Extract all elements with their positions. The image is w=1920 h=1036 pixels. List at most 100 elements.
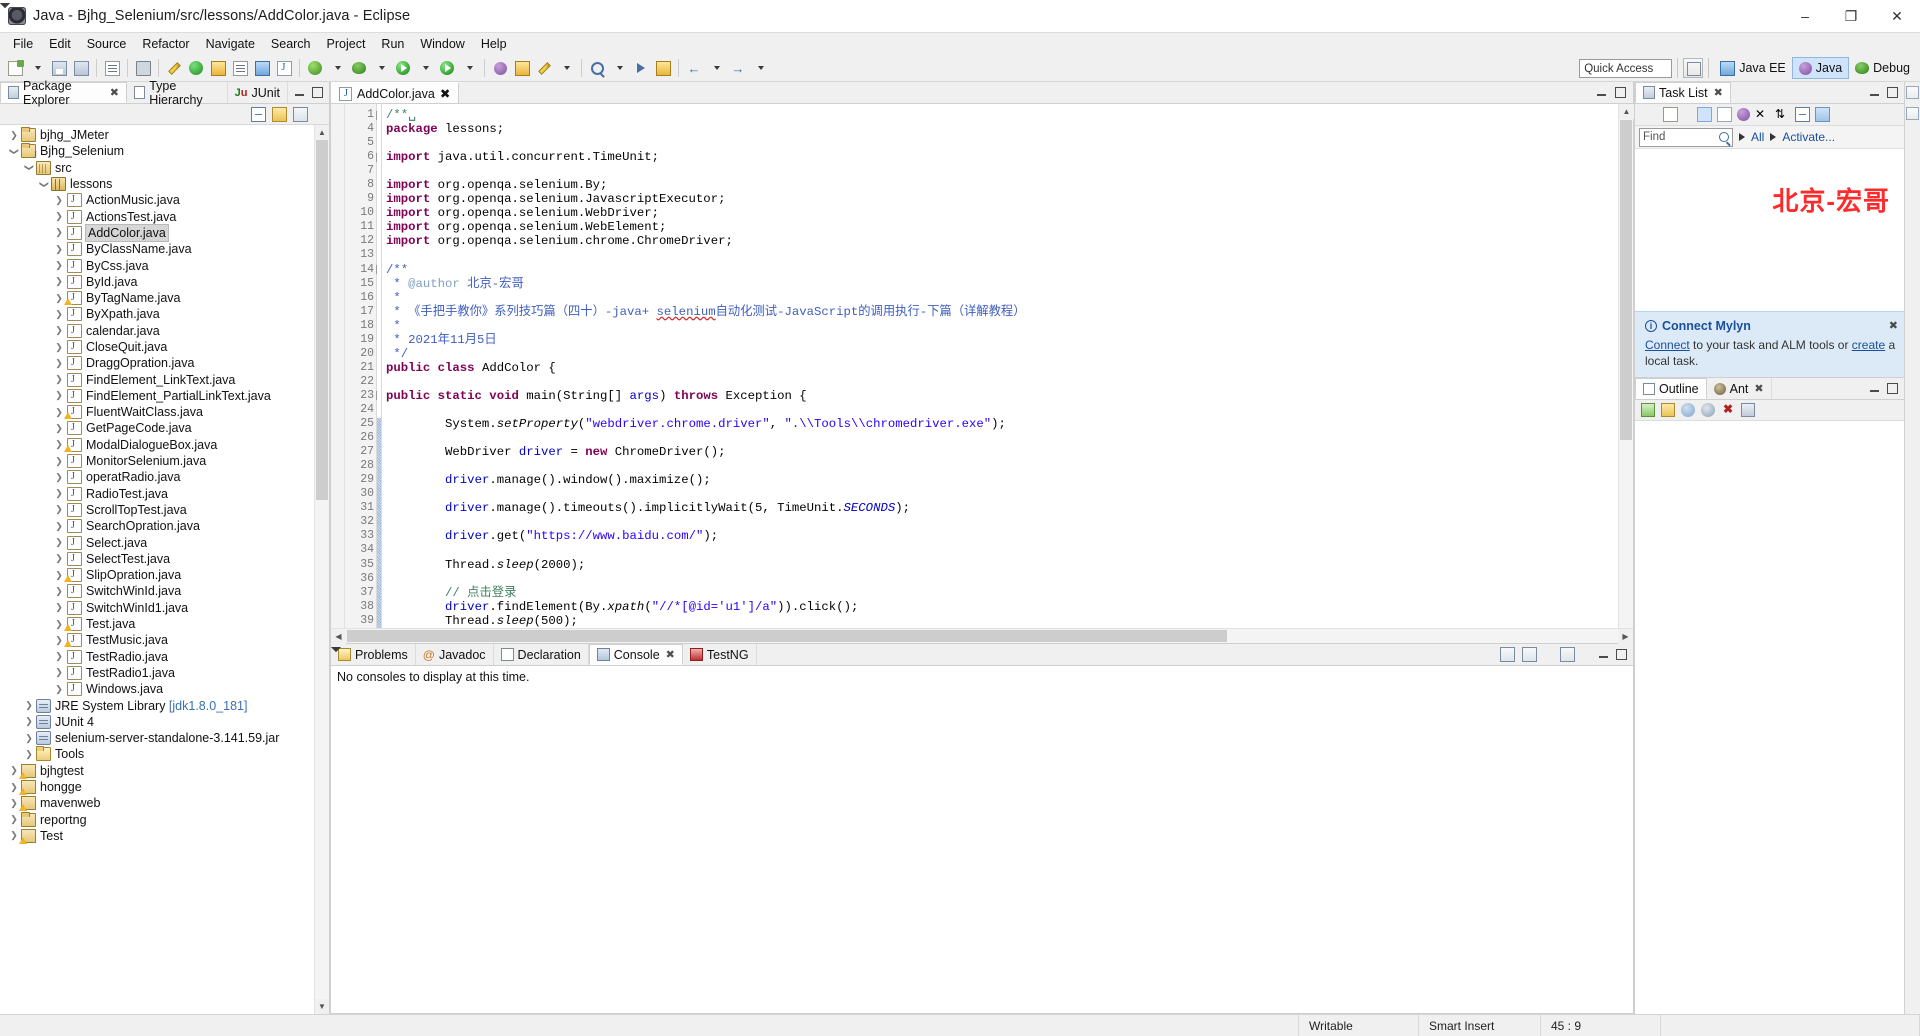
scroll-right-icon[interactable]: ▶ (1618, 629, 1633, 644)
tree-item-jre-system-library[interactable]: JRE System Library [jdk1.8.0_181] (0, 697, 329, 713)
forward-dropdown[interactable] (749, 57, 771, 79)
open-console-button[interactable] (132, 57, 154, 79)
menu-navigate[interactable]: Navigate (198, 35, 263, 53)
tree-item-testradio1-java[interactable]: TestRadio1.java (0, 665, 329, 681)
expand-arrow-icon[interactable] (52, 343, 66, 352)
tree-item-junit-4[interactable]: JUnit 4 (0, 714, 329, 730)
expand-arrow-icon[interactable] (52, 424, 66, 433)
scheduled-presentation-icon[interactable] (1717, 107, 1732, 122)
tree-item-bjhg-jmeter[interactable]: bjhg_JMeter (0, 127, 329, 143)
new-package-button[interactable] (511, 57, 533, 79)
minimize-icon[interactable] (1598, 649, 1609, 660)
expand-arrow-icon[interactable] (52, 457, 66, 466)
chevron-down-icon[interactable] (1544, 650, 1553, 659)
chevron-down-icon[interactable] (1761, 406, 1770, 415)
expand-arrow-icon[interactable] (22, 717, 36, 726)
expand-arrow-icon[interactable] (52, 603, 66, 612)
debug-button[interactable] (348, 57, 370, 79)
menu-source[interactable]: Source (79, 35, 135, 53)
new-dropdown[interactable] (26, 57, 48, 79)
tree-item-testmusic-java[interactable]: TestMusic.java (0, 632, 329, 648)
tab-junit[interactable]: Ju JUnit (228, 82, 288, 103)
find-input[interactable]: Find (1639, 128, 1733, 147)
maximize-icon[interactable] (1887, 87, 1898, 98)
expand-arrow-icon[interactable] (52, 277, 66, 286)
new-task-icon[interactable] (1663, 107, 1678, 122)
expand-arrow-icon[interactable] (52, 522, 66, 531)
menu-help[interactable]: Help (473, 35, 515, 53)
expand-arrow-icon[interactable] (52, 375, 66, 384)
expand-arrow-icon[interactable] (52, 245, 66, 254)
link-with-editor-icon[interactable] (1661, 403, 1675, 417)
editor-horizontal-scrollbar[interactable]: ◀ ▶ (331, 628, 1633, 643)
tree-item-select-java[interactable]: Select.java (0, 534, 329, 550)
chevron-right-icon[interactable] (1739, 133, 1745, 141)
pin-console-icon[interactable] (1500, 647, 1515, 662)
tree-item-lessons[interactable]: lessons (0, 176, 329, 192)
collapse-arrow-icon[interactable] (37, 180, 51, 189)
tree-vertical-scrollbar[interactable]: ▲ ▼ (314, 125, 329, 1014)
close-icon[interactable]: ✖ (110, 86, 119, 99)
expand-arrow-icon[interactable] (52, 489, 66, 498)
tree-item-selenium-server-standalone-3-141-59-jar[interactable]: selenium-server-standalone-3.141.59.jar (0, 730, 329, 746)
collapse-arrow-icon[interactable] (7, 147, 21, 156)
run-dropdown[interactable] (414, 57, 436, 79)
next-annotation-button[interactable] (630, 57, 652, 79)
tree-item-fluentwaitclass-java[interactable]: FluentWaitClass.java (0, 404, 329, 420)
tab-package-explorer[interactable]: Package Explorer ✖ (0, 82, 127, 103)
expand-arrow-icon[interactable] (52, 391, 66, 400)
tab-testng[interactable]: TestNG (683, 644, 757, 665)
tree-item-switchwinid-java[interactable]: SwitchWinId.java (0, 583, 329, 599)
tree-item-byclassname-java[interactable]: ByClassName.java (0, 241, 329, 257)
tree-item-selecttest-java[interactable]: SelectTest.java (0, 551, 329, 567)
minimize-button[interactable]: – (1782, 0, 1828, 33)
tab-console[interactable]: Console ✖ (589, 644, 683, 665)
expand-arrow-icon[interactable] (52, 587, 66, 596)
expand-arrow-icon[interactable] (52, 554, 66, 563)
tree-item-findelement-linktext-java[interactable]: FindElement_LinkText.java (0, 371, 329, 387)
close-icon[interactable]: ✖ (1714, 86, 1723, 99)
tree-item-scrolltoptest-java[interactable]: ScrollTopTest.java (0, 502, 329, 518)
scroll-up-icon[interactable]: ▲ (1619, 104, 1634, 119)
tree-item-getpagecode-java[interactable]: GetPageCode.java (0, 420, 329, 436)
collapse-arrow-icon[interactable] (22, 163, 36, 172)
tree-item-test-java[interactable]: Test.java (0, 616, 329, 632)
open-type-button[interactable] (229, 57, 251, 79)
forward-button[interactable]: → (727, 57, 749, 79)
maximize-icon[interactable] (312, 87, 323, 98)
maximize-button[interactable]: ❐ (1828, 0, 1874, 33)
expand-arrow-icon[interactable] (52, 196, 66, 205)
close-icon[interactable]: ✖ (440, 86, 450, 101)
collapse-all-icon[interactable] (1795, 107, 1810, 122)
maximize-icon[interactable] (1615, 87, 1626, 98)
collapse-all-icon[interactable] (1741, 403, 1755, 417)
scrollbar-thumb[interactable] (316, 140, 328, 500)
tab-task-list[interactable]: Task List ✖ (1635, 82, 1731, 103)
expand-arrow-icon[interactable] (52, 326, 66, 335)
perspective-java[interactable]: Java (1792, 57, 1849, 79)
tree-item-calendar-java[interactable]: calendar.java (0, 323, 329, 339)
tree-item-modaldialoguebox-java[interactable]: ModalDialogueBox.java (0, 437, 329, 453)
quick-access-input[interactable]: Quick Access (1579, 59, 1672, 78)
tab-declaration[interactable]: Declaration (494, 644, 589, 665)
tree-item-reportng[interactable]: reportng (0, 811, 329, 827)
new-class-button[interactable] (273, 57, 295, 79)
activate-task-link[interactable]: Activate... (1782, 130, 1835, 144)
tree-item-radiotest-java[interactable]: RadioTest.java (0, 486, 329, 502)
new-button[interactable] (4, 57, 26, 79)
open-console-icon[interactable] (1560, 647, 1575, 662)
maximize-icon[interactable] (1887, 383, 1898, 394)
task-list-content[interactable]: 北京-宏哥 (1635, 149, 1904, 311)
close-icon[interactable]: ✖ (666, 648, 675, 661)
hide-non-public-icon[interactable]: ✖ (1721, 403, 1735, 417)
task-repositories-icon[interactable] (1815, 107, 1830, 122)
expand-arrow-icon[interactable] (52, 310, 66, 319)
minimize-icon[interactable] (1596, 87, 1607, 98)
tree-item-bytagname-java[interactable]: ByTagName.java (0, 290, 329, 306)
sort-icon[interactable] (1641, 403, 1655, 417)
tab-type-hierarchy[interactable]: Type Hierarchy (127, 82, 228, 103)
collapse-all-icon[interactable] (251, 107, 266, 122)
display-console-icon[interactable] (1522, 647, 1537, 662)
save-all-button[interactable] (70, 57, 92, 79)
menu-refactor[interactable]: Refactor (134, 35, 197, 53)
